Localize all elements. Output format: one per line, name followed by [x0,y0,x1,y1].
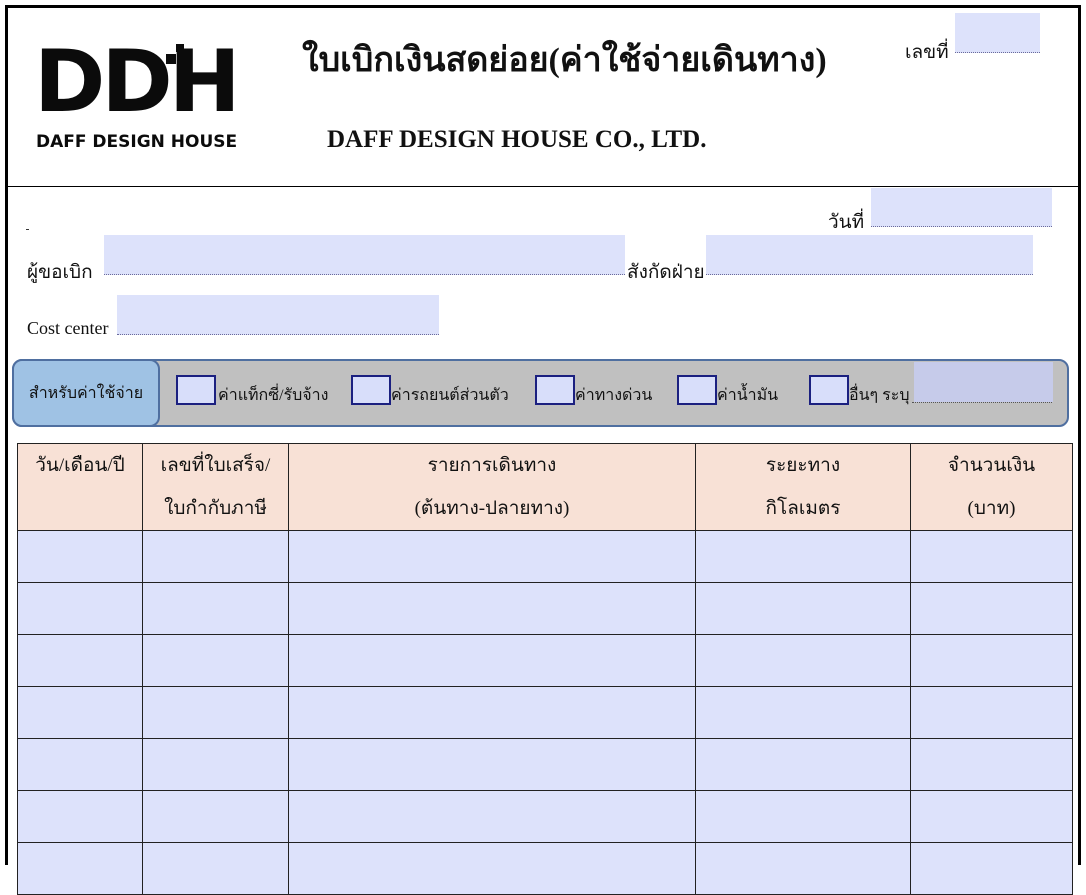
receipt-no-cell[interactable] [142,842,289,895]
amount-cell[interactable] [910,842,1073,895]
distance-cell[interactable] [695,530,911,583]
logo-accent-square [176,44,184,52]
trip-cell[interactable] [288,738,696,791]
amount-cell[interactable] [910,634,1073,687]
trip-cell[interactable] [288,686,696,739]
expressway-option-label: ค่าทางด่วน [575,387,653,404]
expense-type-label: สำหรับค่าใช้จ่าย [12,359,160,427]
amount-cell[interactable] [910,530,1073,583]
trip-cell[interactable] [288,790,696,843]
header-trip: รายการเดินทาง (ต้นทาง-ปลายทาง) [288,443,696,531]
expressway-checkbox[interactable] [535,375,575,405]
distance-cell[interactable] [695,634,911,687]
trip-cell[interactable] [288,842,696,895]
date-cell[interactable] [17,842,143,895]
header-distance: ระยะทาง กิโลเมตร [695,443,911,531]
taxi-checkbox[interactable] [176,375,216,405]
table-header-row: วัน/เดือน/ปี เลขที่ใบเสร็จ/ ใบกำกับภาษี … [17,443,1073,531]
logo-subtitle: DAFF DESIGN HOUSE [36,132,238,152]
trip-cell[interactable] [288,530,696,583]
requester-field[interactable] [104,235,625,275]
other-checkbox[interactable] [809,375,849,405]
form-title-thai: ใบเบิกเงินสดย่อย(ค่าใช้จ่ายเดินทาง) [302,42,827,79]
header-receipt-no: เลขที่ใบเสร็จ/ ใบกำกับภาษี [142,443,289,531]
other-specify-line [912,402,1052,403]
date-cell[interactable] [17,686,143,739]
cost-center-label: Cost center [27,318,109,338]
other-specify-field[interactable] [914,362,1053,402]
table-row [17,530,1073,583]
table-row [17,738,1073,791]
amount-cell[interactable] [910,790,1073,843]
table-body [17,530,1073,895]
logo-accent-square [166,54,176,64]
department-label: สังกัดฝ่าย [627,262,705,283]
requester-label: ผู้ขอเบิก [27,262,93,283]
fuel-checkbox[interactable] [677,375,717,405]
date-cell[interactable] [17,790,143,843]
receipt-no-cell[interactable] [142,738,289,791]
receipt-no-cell[interactable] [142,686,289,739]
receipt-no-cell[interactable] [142,634,289,687]
distance-cell[interactable] [695,738,911,791]
amount-cell[interactable] [910,738,1073,791]
doc-no-field[interactable] [955,13,1040,53]
table-row [17,790,1073,843]
header-date: วัน/เดือน/ปี [17,443,143,531]
date-field[interactable] [871,188,1052,227]
receipt-no-cell[interactable] [142,530,289,583]
amount-cell[interactable] [910,582,1073,635]
distance-cell[interactable] [695,582,911,635]
cost-center-field[interactable] [117,295,439,335]
receipt-no-cell[interactable] [142,790,289,843]
doc-no-label: เลขที่ [905,42,949,63]
header-amount: จำนวนเงิน (บาท) [910,443,1073,531]
divider-mark [26,229,29,230]
logo-mark: DDH [34,32,241,132]
table-row [17,842,1073,895]
table-row [17,582,1073,635]
private-car-checkbox[interactable] [351,375,391,405]
travel-expense-table: วัน/เดือน/ปี เลขที่ใบเสร็จ/ ใบกำกับภาษี … [17,443,1073,895]
company-logo: DDH DAFF DESIGN HOUSE [34,32,241,152]
company-name: DAFF DESIGN HOUSE CO., LTD. [327,126,707,153]
department-field[interactable] [706,235,1033,275]
trip-cell[interactable] [288,582,696,635]
fuel-option-label: ค่าน้ำมัน [717,387,779,404]
receipt-no-cell[interactable] [142,582,289,635]
date-cell[interactable] [17,738,143,791]
private-car-option-label: ค่ารถยนต์ส่วนตัว [391,387,509,404]
date-cell[interactable] [17,530,143,583]
date-label: วันที่ [828,212,865,233]
other-option-label: อื่นๆ ระบุ [849,387,910,404]
distance-cell[interactable] [695,686,911,739]
header-divider [8,186,1078,187]
trip-cell[interactable] [288,634,696,687]
table-row [17,686,1073,739]
taxi-option-label: ค่าแท็กซี่/รับจ้าง [218,387,329,404]
distance-cell[interactable] [695,790,911,843]
date-cell[interactable] [17,582,143,635]
distance-cell[interactable] [695,842,911,895]
table-row [17,634,1073,687]
date-cell[interactable] [17,634,143,687]
amount-cell[interactable] [910,686,1073,739]
